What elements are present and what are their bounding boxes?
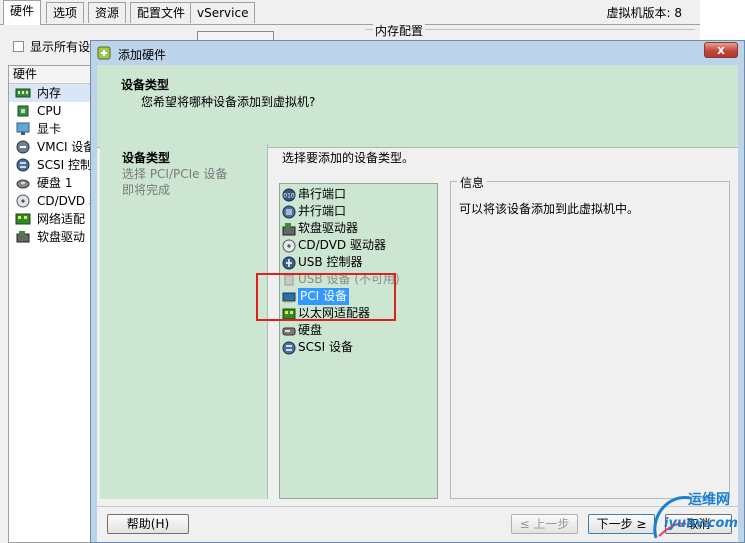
tab-profiles[interactable]: 配置文件 <box>130 2 193 23</box>
tab-options[interactable]: 选项 <box>46 2 85 23</box>
hardware-item-label: VMCI 设备 <box>37 140 95 154</box>
hardware-item-floppy[interactable]: 软盘驱动 <box>9 228 95 246</box>
hardware-list-header: 硬件 <box>9 66 95 84</box>
device-label: 串行端口 <box>298 187 347 201</box>
disk-icon <box>15 176 31 190</box>
hardware-item-disk[interactable]: 硬盘 1 <box>9 174 95 192</box>
device-serial-port[interactable]: 010 串行端口 <box>282 186 346 203</box>
dialog-title: 添加硬件 <box>118 48 167 62</box>
next-button[interactable]: 下一步 ≥ <box>588 514 655 534</box>
add-hardware-dialog: 添加硬件 x 设备类型 您希望将哪种设备添加到虚拟机? 设备类型 选择 PCI/… <box>90 40 745 543</box>
wizard-steps-panel: 设备类型 选择 PCI/PCIe 设备 即将完成 <box>100 144 268 499</box>
hardware-item-cdrom[interactable]: CD/DVD 驱 <box>9 192 95 210</box>
hardware-item-label: 网络适配 <box>37 212 86 226</box>
header-title: 设备类型 <box>121 78 170 92</box>
device-scsi[interactable]: SCSI 设备 <box>282 339 353 356</box>
device-label: USB 设备 (不可用) <box>298 272 400 286</box>
cancel-button[interactable]: 取消 <box>665 514 732 534</box>
hardware-item-label: CD/DVD 驱 <box>37 194 95 208</box>
hardware-item-label: CPU <box>37 104 62 118</box>
device-label: USB 控制器 <box>298 255 363 269</box>
step-device-type: 设备类型 <box>122 151 171 165</box>
device-cdrom-drive[interactable]: CD/DVD 驱动器 <box>282 237 386 254</box>
scsi-icon <box>15 158 31 172</box>
pci-icon <box>282 290 296 304</box>
hardware-item-cpu[interactable]: CPU <box>9 102 95 120</box>
network-icon <box>282 307 296 321</box>
hardware-item-label: 软盘驱动 <box>37 230 86 244</box>
scsi-icon <box>282 341 296 355</box>
info-title: 信息 <box>457 174 488 191</box>
device-type-list[interactable]: 010 串行端口 并行端口 软盘驱动器 CD/DVD 驱动器 USB 控制器 U… <box>279 183 438 499</box>
floppy-icon <box>282 222 296 236</box>
back-button[interactable]: ≤ 上一步 <box>511 514 578 534</box>
display-icon <box>15 122 31 136</box>
help-button[interactable]: 帮助(H) <box>107 514 189 534</box>
device-pci[interactable]: PCI 设备 <box>282 288 349 305</box>
wizard-header: 设备类型 您希望将哪种设备添加到虚拟机? <box>97 65 738 148</box>
hardware-item-label: 显卡 <box>37 122 62 136</box>
device-usb-controller[interactable]: USB 控制器 <box>282 254 362 271</box>
device-label: 硬盘 <box>298 323 323 337</box>
device-label: 以太网适配器 <box>298 306 371 320</box>
device-type-prompt: 选择要添加的设备类型。 <box>282 151 415 165</box>
parallel-port-icon <box>282 205 296 219</box>
device-label: SCSI 设备 <box>298 340 353 354</box>
device-label: PCI 设备 <box>298 288 349 305</box>
hardware-item-scsi[interactable]: SCSI 控制 <box>9 156 95 174</box>
hardware-item-network[interactable]: 网络适配 <box>9 210 95 228</box>
device-label: 并行端口 <box>298 204 347 218</box>
hardware-list: 硬件 内存 CPU 显卡 VMCI 设备 SCSI 控制 硬盘 1 CD/DVD… <box>8 65 96 543</box>
serial-port-icon: 010 <box>282 188 296 202</box>
tab-resources[interactable]: 资源 <box>88 2 127 23</box>
disk-icon <box>282 324 296 338</box>
dialog-content: 设备类型 您希望将哪种设备添加到虚拟机? 设备类型 选择 PCI/PCIe 设备… <box>97 65 738 542</box>
cdrom-icon <box>282 239 296 253</box>
vmci-icon <box>15 140 31 154</box>
show-all-checkbox[interactable] <box>13 41 24 52</box>
info-text: 可以将该设备添加到此虚拟机中。 <box>459 202 640 216</box>
info-group: 信息 可以将该设备添加到此虚拟机中。 <box>450 174 730 499</box>
device-label: CD/DVD 驱动器 <box>298 238 386 252</box>
usb-icon <box>282 256 296 270</box>
device-usb-device-unavailable: USB 设备 (不可用) <box>282 271 400 288</box>
device-label: 软盘驱动器 <box>298 221 359 235</box>
device-hard-disk[interactable]: 硬盘 <box>282 322 322 339</box>
step-ready: 即将完成 <box>122 183 171 197</box>
network-icon <box>15 212 31 226</box>
cdrom-icon <box>15 194 31 208</box>
dialog-titlebar[interactable]: 添加硬件 x <box>91 41 744 65</box>
device-ethernet-adapter[interactable]: 以太网适配器 <box>282 305 370 322</box>
memory-config-title: 内存配置 <box>373 22 426 39</box>
step-select-pci: 选择 PCI/PCIe 设备 <box>122 167 228 181</box>
svg-text:010: 010 <box>283 192 295 199</box>
device-floppy-drive[interactable]: 软盘驱动器 <box>282 220 358 237</box>
close-button[interactable]: x <box>704 42 738 58</box>
floppy-icon <box>15 230 31 244</box>
add-hardware-icon <box>97 46 111 60</box>
show-all-label: 显示所有设 <box>30 40 91 54</box>
tab-vservice[interactable]: vService <box>190 2 256 23</box>
button-separator <box>97 506 738 507</box>
hardware-item-display[interactable]: 显卡 <box>9 120 95 138</box>
tab-hardware[interactable]: 硬件 <box>3 0 42 25</box>
cpu-icon <box>15 104 31 118</box>
hardware-item-label: 硬盘 1 <box>37 176 73 190</box>
hardware-item-vmci[interactable]: VMCI 设备 <box>9 138 95 156</box>
hardware-item-label: 内存 <box>37 86 62 100</box>
tab-bar: 硬件 选项 资源 配置文件 vService 虚拟机版本: 8 <box>0 0 700 25</box>
hardware-item-label: SCSI 控制 <box>37 158 92 172</box>
memory-icon <box>15 86 31 100</box>
show-all-devices-option[interactable]: 显示所有设 <box>13 38 90 55</box>
usb-device-icon <box>282 273 296 287</box>
hardware-item-memory[interactable]: 内存 <box>9 84 95 102</box>
header-subtitle: 您希望将哪种设备添加到虚拟机? <box>141 95 316 109</box>
device-parallel-port[interactable]: 并行端口 <box>282 203 346 220</box>
vm-version-label: 虚拟机版本: 8 <box>606 6 683 20</box>
